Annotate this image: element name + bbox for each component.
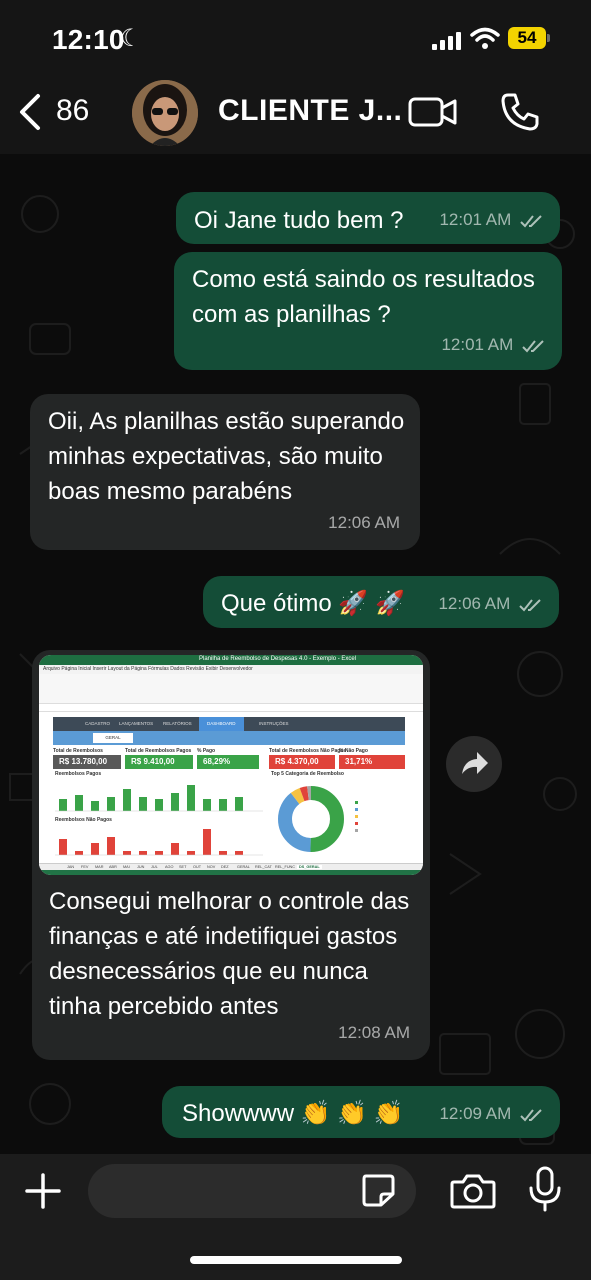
message-text: Oii, As planilhas estão superando minhas… (48, 408, 405, 505)
avatar-photo (132, 80, 198, 146)
sticker-icon[interactable] (360, 1172, 396, 1208)
message-time: 12:01 AM (439, 202, 544, 237)
message-caption: Consegui melhorar o controle das finança… (32, 880, 430, 1060)
composer-bar (0, 1154, 591, 1280)
spreadsheet-screenshot[interactable]: Planilha de Reembolso de Despesas 4.0 - … (39, 655, 423, 875)
read-receipt-icon (522, 339, 544, 353)
battery-icon: 54 (508, 27, 550, 49)
message-outgoing[interactable]: Oi Jane tudo bem ? 12:01 AM (176, 192, 560, 244)
read-receipt-icon (519, 598, 541, 612)
battery-level: 54 (508, 27, 546, 49)
camera-icon[interactable] (450, 1172, 496, 1210)
message-outgoing[interactable]: Como está saindo os resultados com as pl… (174, 252, 562, 370)
message-outgoing[interactable]: Showwww 👏 👏 👏 12:09 AM (162, 1086, 560, 1138)
forward-button[interactable] (446, 736, 502, 792)
chat-header: 86 CLIENTE J... (0, 80, 591, 154)
chat-area[interactable]: Oi Jane tudo bem ? 12:01 AM Como está sa… (0, 154, 591, 1154)
message-time: 12:09 AM (439, 1096, 544, 1131)
kpi-total: R$ 13.780,00 (53, 755, 121, 769)
wifi-icon (470, 27, 500, 49)
category-donut-chart (278, 786, 358, 852)
unread-count[interactable]: 86 (56, 94, 89, 128)
kpi-paid: R$ 9.410,00 (125, 755, 193, 769)
microphone-icon[interactable] (528, 1166, 562, 1212)
kpi-unpaid: R$ 4.370,00 (269, 755, 335, 769)
avatar[interactable] (132, 80, 198, 146)
read-receipt-icon (520, 214, 542, 228)
signal-icon (432, 32, 462, 50)
paid-bar-chart (55, 785, 263, 812)
status-bar: 12:10 ☾ 54 (0, 0, 591, 80)
message-time: 12:06 AM (328, 513, 400, 532)
message-outgoing[interactable]: Que ótimo 🚀 🚀 12:06 AM (203, 576, 559, 628)
dashboard-nav: CADASTRO LANÇAMENTOS RELATÓRIOS DASHBOAR… (53, 717, 405, 731)
message-time: 12:01 AM (441, 327, 546, 362)
moon-icon: ☾ (120, 25, 142, 52)
phone-call-icon[interactable] (500, 92, 540, 132)
back-icon[interactable] (18, 92, 42, 132)
contact-name[interactable]: CLIENTE J... (218, 94, 402, 128)
excel-formula-bar (39, 704, 423, 712)
message-time: 12:08 AM (338, 1023, 410, 1042)
kpi-paid-percent: 68,29% (197, 755, 259, 769)
clock: 12:10 (52, 24, 125, 55)
home-indicator (190, 1256, 402, 1264)
message-incoming[interactable]: Oii, As planilhas estão superando minhas… (30, 394, 420, 550)
excel-status-bar (39, 870, 423, 875)
filter-strip: GERAL (53, 731, 405, 745)
message-text: Consegui melhorar o controle das finança… (49, 888, 410, 1020)
unpaid-bar-chart (55, 829, 263, 856)
read-receipt-icon (520, 1108, 542, 1122)
excel-menu: Arquivo Página Inicial Inserir Layout da… (39, 665, 423, 674)
video-call-icon[interactable] (408, 96, 458, 128)
sheet-tabs: JAN FEV MAR ABR MAI JUN JUL AGO SET OUT … (39, 863, 423, 870)
kpi-unpaid-percent: 31,71% (339, 755, 405, 769)
message-text: Como está saindo os resultados com as pl… (192, 266, 535, 328)
share-arrow-icon (462, 752, 488, 774)
excel-ribbon (39, 674, 423, 704)
message-time: 12:06 AM (438, 586, 543, 621)
plus-icon[interactable] (24, 1172, 62, 1210)
excel-title-bar: Planilha de Reembolso de Despesas 4.0 - … (39, 655, 423, 665)
